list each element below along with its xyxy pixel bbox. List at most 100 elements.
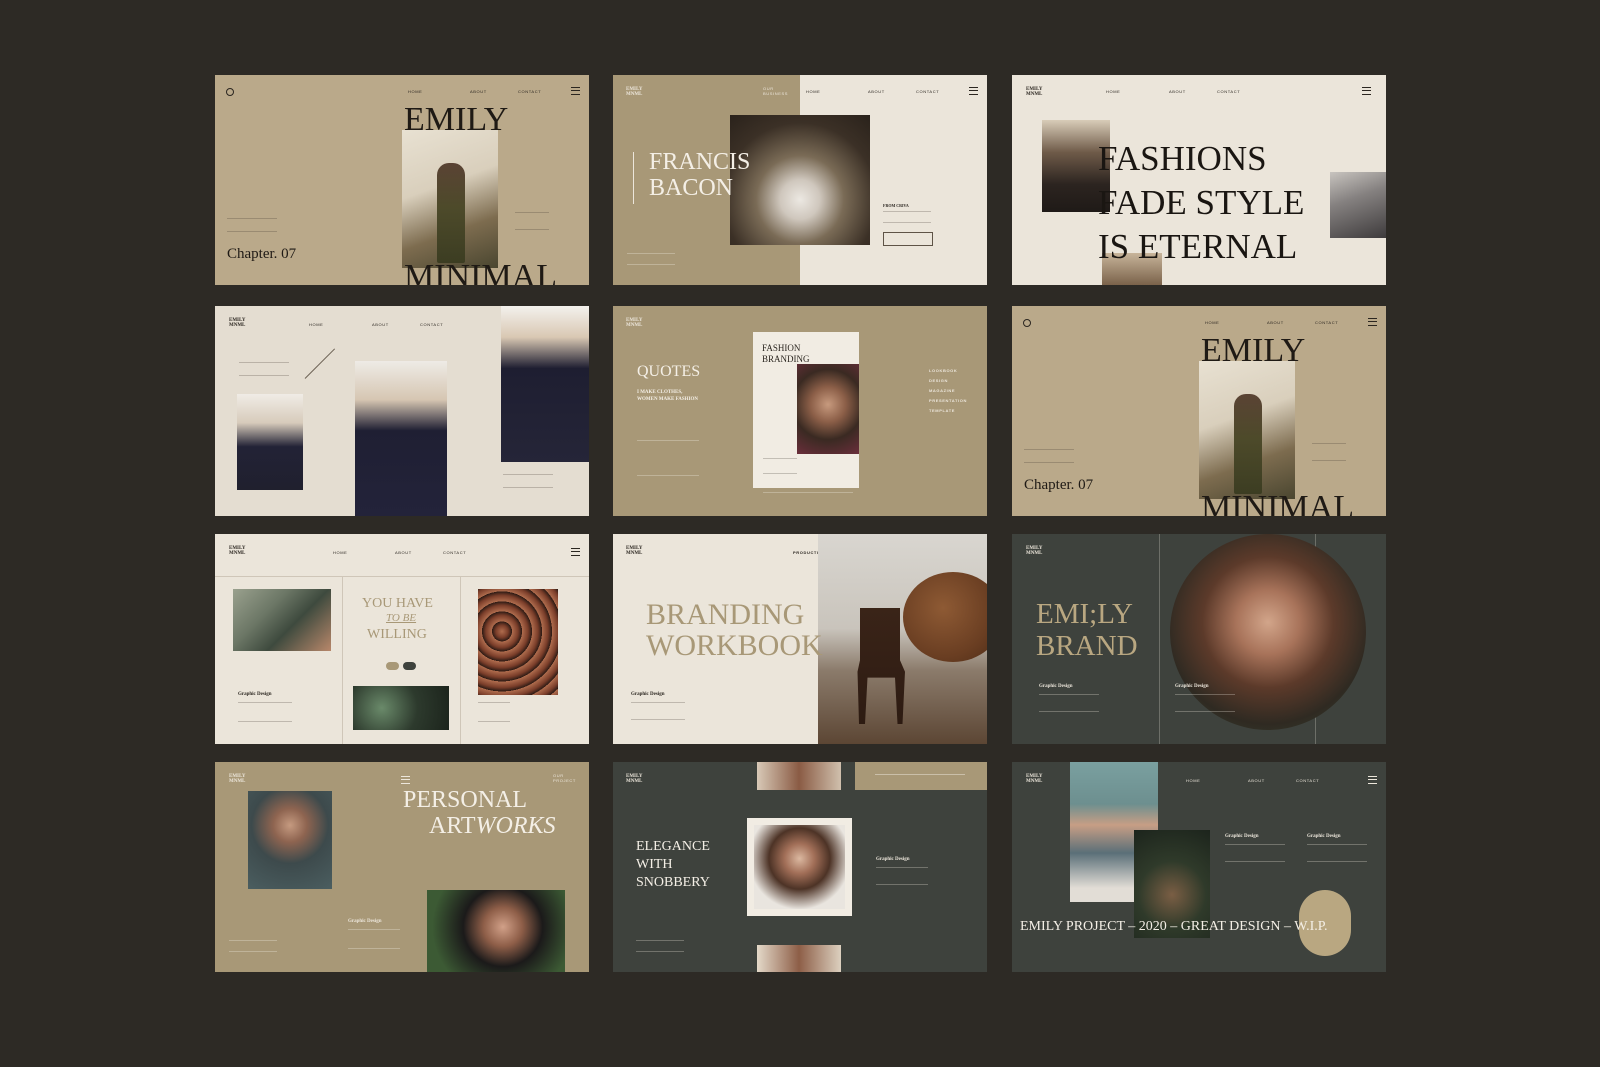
swatch-tan bbox=[386, 662, 399, 670]
slide-you-have-to-be-willing[interactable]: EMILY MNML HOME ABOUT CONTACT Graphic Des… bbox=[215, 534, 589, 744]
card-text bbox=[763, 458, 797, 474]
slide-emily-brand[interactable]: EMILY MNML EMI;LY BRAND Graphic Design Gr… bbox=[1012, 534, 1386, 744]
header-divider bbox=[215, 576, 589, 577]
nav-about[interactable]: ABOUT bbox=[868, 89, 885, 94]
outline-button[interactable] bbox=[883, 232, 933, 246]
bottom-text bbox=[636, 940, 684, 952]
graphic-design-label-2: Graphic Design bbox=[1175, 684, 1209, 689]
photo-tshirt-side bbox=[237, 394, 303, 490]
title-line3: IS ETERNAL bbox=[1098, 227, 1298, 266]
artworks-word-works: WORKS bbox=[475, 813, 556, 839]
graphic-design-label: Graphic Design bbox=[631, 692, 665, 697]
slide-emily-project[interactable]: EMILY MNML HOME ABOUT CONTACT Graphic Des… bbox=[1012, 762, 1386, 972]
nav-contact[interactable]: CONTACT bbox=[420, 322, 443, 327]
menu-icon[interactable] bbox=[969, 87, 978, 95]
side-text bbox=[883, 211, 931, 223]
slide-tshirt-collection[interactable]: EMILY MNML HOME ABOUT CONTACT bbox=[215, 306, 589, 516]
slide-emily-minimal-2[interactable]: HOME ABOUT CONTACT EMILY Chapter. 07 MIN… bbox=[1012, 306, 1386, 516]
slide-title-bottom: MINIMAL bbox=[1201, 489, 1354, 517]
branding-line1: BRANDING bbox=[646, 598, 805, 631]
nav-about[interactable]: ABOUT bbox=[1169, 89, 1186, 94]
logo: EMILY MNML bbox=[229, 774, 246, 784]
nav-contact[interactable]: CONTACT bbox=[518, 89, 541, 94]
slide-francis-bacon[interactable]: EMILY MNML OUR BUSINESS HOME ABOUT CONTAC… bbox=[613, 75, 987, 285]
divider-line bbox=[633, 152, 634, 204]
willing-line3: WILLING bbox=[367, 627, 427, 642]
menu-icon[interactable] bbox=[1362, 87, 1371, 95]
slide-title-bottom: MINIMAL bbox=[404, 258, 557, 286]
slide-emily-minimal[interactable]: HOME ABOUT CONTACT EMILY Chapter. 07 MIN… bbox=[215, 75, 589, 285]
bottom-text bbox=[627, 253, 675, 265]
brand-line1: EMI;LY bbox=[1036, 598, 1133, 630]
menu-icon[interactable] bbox=[401, 776, 410, 784]
slide-fashions-fade[interactable]: EMILY MNML HOME ABOUT CONTACT FASHIONS FA… bbox=[1012, 75, 1386, 285]
column-text bbox=[238, 702, 292, 722]
quotes-title: QUOTES bbox=[637, 363, 701, 380]
photo-green-plants bbox=[353, 686, 449, 730]
graphic-design-label: Graphic Design bbox=[876, 857, 910, 862]
chapter-label: Chapter. 07 bbox=[227, 246, 297, 262]
slide-branding-workbook[interactable]: EMILY MNML PRODUCTIVE BRANDING WORKBOOK G… bbox=[613, 534, 987, 744]
photo-woman-portrait bbox=[797, 364, 859, 454]
search-icon[interactable] bbox=[1023, 319, 1031, 327]
photo-palm-leaf bbox=[233, 589, 331, 651]
nav-contact[interactable]: CONTACT bbox=[1217, 89, 1240, 94]
graphic-design-label: Graphic Design bbox=[1225, 834, 1259, 839]
photo-bride-bouquet bbox=[730, 115, 870, 245]
divider-left bbox=[1159, 534, 1160, 744]
menu-icon[interactable] bbox=[571, 87, 580, 95]
slide-body-text bbox=[1024, 449, 1074, 463]
nav-home[interactable]: HOME bbox=[1205, 320, 1219, 325]
slide-body-text bbox=[227, 218, 277, 232]
graphic-design-label-2: Graphic Design bbox=[1307, 834, 1341, 839]
slide-text-left bbox=[1225, 844, 1285, 862]
menu-icon[interactable] bbox=[1368, 318, 1377, 326]
nav-our-business[interactable]: OUR BUSINESS bbox=[763, 86, 793, 96]
title-line1: FASHIONS bbox=[1098, 139, 1267, 178]
column-text-right bbox=[478, 702, 510, 722]
menu-icon[interactable] bbox=[571, 548, 580, 556]
nav-about[interactable]: ABOUT bbox=[395, 550, 412, 555]
nav-home[interactable]: HOME bbox=[806, 89, 820, 94]
nav-home[interactable]: HOME bbox=[408, 89, 422, 94]
photo-top-strip bbox=[757, 762, 841, 790]
logo: EMILY MNML bbox=[1026, 87, 1043, 97]
photo-hands-knit bbox=[1330, 172, 1386, 238]
slide-text-top bbox=[239, 362, 289, 376]
nav-home[interactable]: HOME bbox=[333, 550, 347, 555]
nav-home[interactable]: HOME bbox=[1106, 89, 1120, 94]
photo-tshirt-back bbox=[355, 361, 447, 516]
artworks-line1: PERSONAL bbox=[403, 787, 528, 813]
slide-quotes[interactable]: EMILY MNML QUOTES I MAKE CLOTHES, WOMEN M… bbox=[613, 306, 987, 516]
nav-about[interactable]: ABOUT bbox=[1248, 778, 1265, 783]
menu-icon[interactable] bbox=[1368, 776, 1377, 784]
brand-line2: BRAND bbox=[1036, 630, 1138, 662]
nav-home[interactable]: HOME bbox=[309, 322, 323, 327]
nav-about[interactable]: ABOUT bbox=[372, 322, 389, 327]
quotes-footer bbox=[763, 492, 853, 497]
artworks-line2: ARTWORKS bbox=[429, 814, 556, 838]
nav-our-project[interactable]: OUR PROJECT bbox=[553, 773, 583, 783]
slide-text-right bbox=[1307, 844, 1367, 862]
photo-clay-pots bbox=[478, 589, 558, 695]
logo: EMILY MNML bbox=[229, 546, 246, 556]
list-item-lookbook: LOOKBOOK bbox=[929, 368, 958, 373]
slide-personal-artworks[interactable]: EMILY MNML OUR PROJECT PERSONAL ARTWORKS … bbox=[215, 762, 589, 972]
slide-text bbox=[631, 702, 685, 720]
slide-text bbox=[348, 929, 400, 949]
chapter-label: Chapter. 07 bbox=[1024, 477, 1094, 493]
nav-about[interactable]: ABOUT bbox=[470, 89, 487, 94]
elegance-line1: ELEGANCE bbox=[636, 839, 710, 854]
nav-home[interactable]: HOME bbox=[1186, 778, 1200, 783]
search-icon[interactable] bbox=[226, 88, 234, 96]
nav-about[interactable]: ABOUT bbox=[1267, 320, 1284, 325]
photo-figure bbox=[437, 163, 465, 263]
nav-contact[interactable]: CONTACT bbox=[916, 89, 939, 94]
nav-contact[interactable]: CONTACT bbox=[1296, 778, 1319, 783]
nav-contact[interactable]: CONTACT bbox=[443, 550, 466, 555]
slide-elegance-snobbery[interactable]: EMILY MNML ELEGANCE WITH SNOBBERY Graphic… bbox=[613, 762, 987, 972]
nav-contact[interactable]: CONTACT bbox=[1315, 320, 1338, 325]
logo: EMILY MNML bbox=[626, 546, 643, 556]
photo-curly-hair-woman bbox=[754, 825, 845, 909]
quotes-body bbox=[637, 440, 699, 476]
